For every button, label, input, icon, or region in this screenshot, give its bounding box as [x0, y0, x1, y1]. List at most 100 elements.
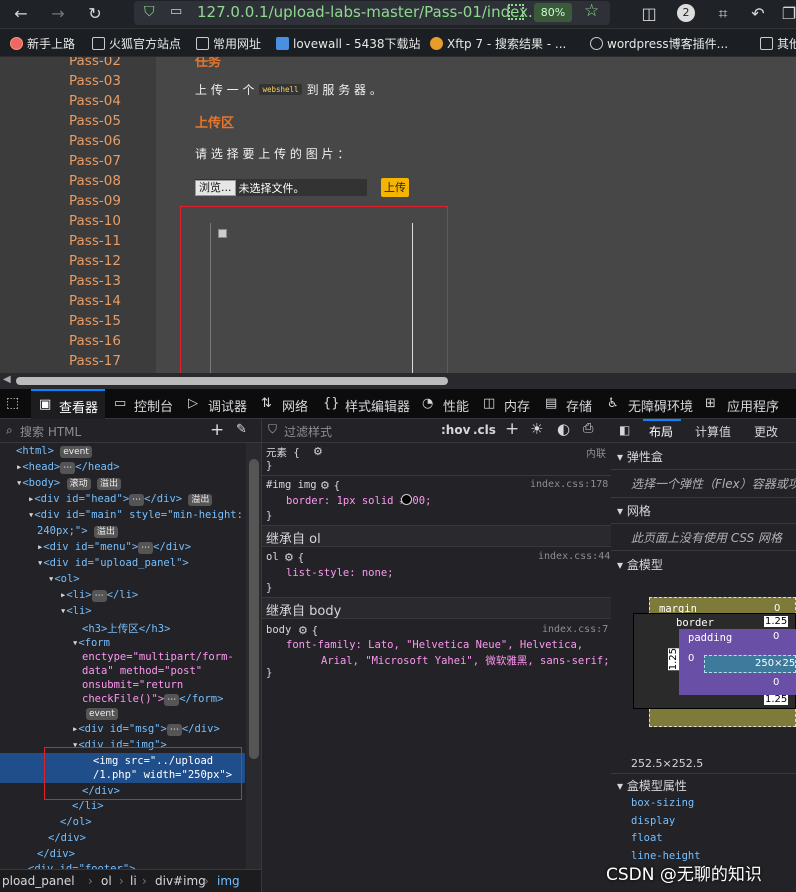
html-node[interactable]: </div> [37, 848, 75, 860]
gear-icon[interactable]: ⚙ { [298, 624, 318, 637]
breadcrumb-item[interactable]: div#img [155, 874, 206, 888]
scroll-left-icon[interactable]: ◀ [3, 374, 11, 385]
grid-section[interactable]: ▾ 网格 [617, 502, 651, 519]
color-swatch[interactable] [401, 494, 412, 505]
back-icon[interactable]: ← [10, 3, 32, 25]
zoom-badge[interactable]: 80% [534, 3, 572, 22]
html-node[interactable]: ▸<head> ⋯ </head> [16, 461, 120, 474]
breadcrumb-item[interactable]: ol [101, 874, 112, 888]
sidebar-item[interactable]: Pass-04 [69, 93, 121, 109]
tab-layout[interactable]: 布局 [649, 423, 673, 440]
copy-icon[interactable]: ❐ [778, 3, 796, 25]
rule-declaration[interactable]: font-family: Lato, "Helvetica Neue", Hel… [286, 639, 583, 651]
sidebar-item[interactable]: Pass-17 [69, 353, 121, 369]
bookmark-item[interactable]: 常用网址 [196, 35, 261, 51]
rule-declaration[interactable]: list-style: none; [286, 567, 393, 579]
border-bottom-value[interactable]: 1.25 [764, 694, 789, 705]
bookmark-item[interactable]: 新手上路 [10, 35, 75, 51]
padding-left-value[interactable]: 0 [688, 653, 694, 664]
sidebar-item[interactable]: Pass-10 [69, 213, 121, 229]
rule-element[interactable]: 元素 { [266, 445, 300, 460]
sidebar-item[interactable]: Pass-06 [69, 133, 121, 149]
rule-declaration-cont[interactable]: Arial, "Microsoft Yahei", 微软雅黑, sans-ser… [321, 653, 610, 668]
border-left-value[interactable]: 1.25 [668, 648, 679, 671]
vertical-scrollbar[interactable] [246, 443, 262, 873]
html-node[interactable]: ▾<li> [60, 605, 92, 617]
html-node[interactable]: data" method="post" [82, 665, 202, 677]
search-html-input[interactable]: 搜索 HTML [20, 423, 81, 440]
element-picker-icon[interactable]: ⬚ [6, 395, 19, 411]
upload-button[interactable]: 上传 [381, 178, 409, 197]
sidebar-item[interactable]: Pass-12 [69, 253, 121, 269]
html-node[interactable]: ▾<div id="upload_panel"> [37, 557, 189, 569]
html-node[interactable]: ▾<body> 滚动 溢出 [16, 477, 121, 490]
print-icon[interactable]: ⎙ [583, 421, 593, 436]
html-node[interactable]: ▾<form [72, 637, 110, 649]
border-top-value[interactable]: 1.25 [764, 616, 789, 627]
url-bar[interactable]: ⛉ ▭ 127.0.0.1/upload-labs-master/Pass-01… [134, 1, 610, 25]
undo-icon[interactable]: ↶ [747, 3, 769, 25]
html-node[interactable]: checkFile()"> ⋯ </form> [82, 693, 223, 706]
add-rule-icon[interactable]: + [505, 419, 519, 439]
sidebar-item[interactable]: Pass-09 [69, 193, 121, 209]
rule-selector[interactable]: ol [266, 551, 279, 563]
browse-button[interactable]: 浏览... [195, 179, 236, 196]
html-node[interactable]: <html> event [16, 445, 92, 458]
sidebar-item[interactable]: Pass-14 [69, 293, 121, 309]
sidebar-item[interactable]: Pass-02 [69, 57, 121, 69]
rule-source[interactable]: index.css:44 [538, 551, 610, 562]
sidebar-item[interactable]: Pass-08 [69, 173, 121, 189]
scrollbar-thumb[interactable] [249, 459, 259, 759]
html-node[interactable]: 240px;"> 溢出 [37, 525, 118, 538]
html-node[interactable]: <h3>上传区</h3> [82, 621, 170, 636]
gear-icon[interactable]: ⚙ [313, 445, 323, 458]
add-node-icon[interactable]: + [210, 420, 224, 440]
tab-debugger[interactable]: 调试器 [208, 396, 247, 415]
sidebar-toggle-icon[interactable]: ◧ [619, 423, 630, 437]
padding-bottom-value[interactable]: 0 [773, 677, 779, 688]
breadcrumb-item[interactable]: img [217, 874, 240, 888]
bookmark-item[interactable]: wordpress博客插件... [590, 35, 728, 51]
html-node[interactable]: ▾<ol> [48, 573, 80, 585]
tab-storage[interactable]: 存储 [566, 396, 592, 415]
sidebar-item[interactable]: Pass-16 [69, 333, 121, 349]
qr-code-icon[interactable] [508, 4, 524, 20]
box-prop[interactable]: box-sizing [631, 797, 694, 809]
html-node[interactable]: </li> [72, 800, 104, 812]
html-node[interactable]: </div> [48, 832, 86, 844]
file-input[interactable]: 浏览... 未选择文件。 [195, 179, 367, 196]
html-node[interactable]: ▸<li> ⋯ </li> [60, 589, 138, 602]
sidebar-item[interactable]: Pass-03 [69, 73, 121, 89]
html-node[interactable]: event [86, 707, 118, 720]
sidebar-item[interactable]: Pass-11 [69, 233, 121, 249]
cls-toggle[interactable]: .cls [473, 423, 496, 437]
html-node[interactable]: onsubmit="return [82, 679, 183, 691]
rule-selector[interactable]: body [266, 624, 291, 636]
eyedropper-icon[interactable]: ✎ [236, 422, 247, 437]
tab-memory[interactable]: 内存 [504, 396, 530, 415]
gear-icon[interactable]: ⚙ { [320, 479, 340, 492]
tab-performance[interactable]: 性能 [443, 396, 469, 415]
padding-top-value[interactable]: 0 [773, 631, 779, 642]
scrollbar-thumb[interactable] [16, 377, 448, 385]
rule-source[interactable]: 内联 [586, 445, 606, 460]
rule-source[interactable]: index.css:178 [530, 479, 608, 490]
forward-icon[interactable]: → [47, 3, 69, 25]
tab-changes[interactable]: 更改 [754, 423, 778, 440]
tab-application[interactable]: 应用程序 [727, 396, 779, 415]
filter-styles-input[interactable]: 过滤样式 [284, 423, 332, 440]
bookmark-item[interactable]: 其他 [760, 35, 796, 51]
notification-badge[interactable]: 2 [677, 4, 695, 22]
bookmark-item[interactable]: Xftp 7 - 搜索结果 - ... [430, 35, 566, 51]
hov-toggle[interactable]: :hov [441, 423, 470, 437]
rule-source[interactable]: index.css:7 [542, 624, 608, 635]
sidebar-item[interactable]: Pass-05 [69, 113, 121, 129]
reload-icon[interactable]: ↻ [84, 3, 106, 25]
light-mode-icon[interactable]: ☀ [530, 420, 543, 438]
tab-inspector[interactable]: ▣ 查看器 [31, 389, 105, 419]
html-node[interactable]: ▸<div id="menu"> ⋯ </div> [37, 541, 191, 554]
html-node[interactable]: </ol> [60, 816, 92, 828]
crop-icon[interactable]: ⌗ [712, 3, 734, 25]
breadcrumb-item[interactable]: pload_panel [2, 874, 75, 888]
boxmodel-section[interactable]: ▾ 盒模型 [617, 556, 663, 573]
